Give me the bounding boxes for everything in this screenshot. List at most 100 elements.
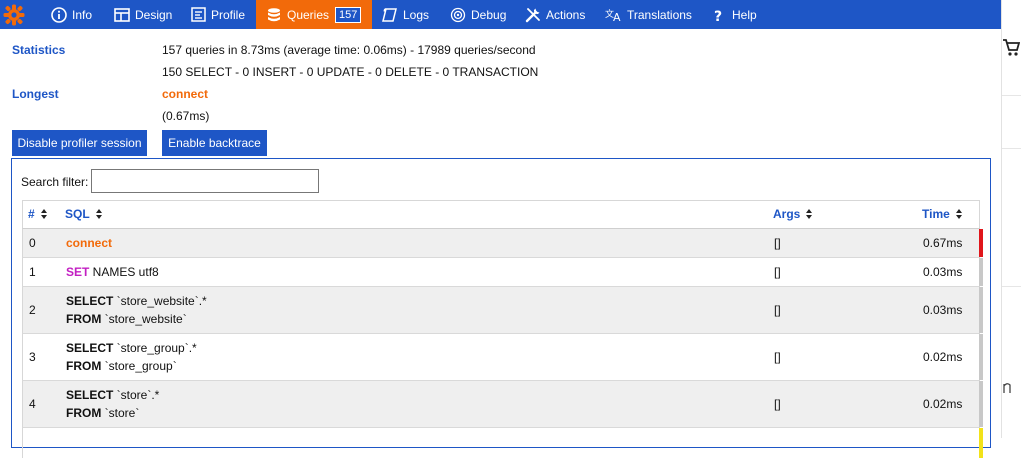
sql-keyword: SELECT: [66, 294, 114, 308]
column-header-sql-label: SQL: [65, 207, 90, 221]
row-sql: SELECT `store`.* FROM `store`: [66, 386, 159, 422]
divider: [1002, 148, 1021, 149]
svg-text:A: A: [613, 11, 621, 23]
target-icon: [449, 6, 467, 24]
statistics-summary: 157 queries in 8.73ms (average time: 0.0…: [162, 43, 536, 57]
queries-panel: Search filter: # SQL Args Time 0 connect…: [11, 158, 991, 458]
sql-text: `store_group`.*: [113, 341, 197, 355]
time-bar: [979, 334, 983, 380]
divider: [1002, 95, 1021, 96]
table-row[interactable]: 2 SELECT `store_website`.* FROM `store_w…: [22, 287, 983, 334]
sql-line: SELECT `store_group`.*: [66, 339, 197, 357]
queries-count-badge: 157: [335, 6, 362, 23]
row-time: 0.02ms: [923, 397, 963, 411]
sql-text: `store`: [101, 406, 140, 420]
table-row[interactable]: 1 SET NAMES utf8 [] 0.03ms: [22, 258, 983, 287]
sql-keyword: SELECT: [66, 388, 114, 402]
sort-icon: [95, 208, 103, 220]
svg-text:?: ?: [714, 9, 722, 23]
toolbar-queries[interactable]: Queries 157: [256, 0, 372, 29]
sql-line: SELECT `store_website`.*: [66, 292, 207, 310]
toolbar-info[interactable]: Info: [50, 0, 92, 29]
toolbar-profile[interactable]: Profile: [189, 0, 245, 29]
logo-icon[interactable]: [0, 0, 27, 29]
toolbar-actions-label: Actions: [546, 7, 586, 22]
table-row[interactable]: 0 connect [] 0.67ms: [22, 229, 983, 258]
column-header-time-label: Time: [922, 207, 950, 221]
debug-toolbar: Info Design Profile Queries 157 Logs Deb…: [0, 0, 1001, 29]
sql-text: `store`.*: [113, 388, 160, 402]
table-row[interactable]: 3 SELECT `store_group`.* FROM `store_gro…: [22, 334, 983, 381]
partial-text-icon: [1002, 380, 1012, 399]
info-icon: [50, 6, 68, 24]
profile-icon: [189, 6, 207, 24]
sort-icon: [40, 208, 48, 220]
row-time: 0.02ms: [923, 350, 963, 364]
search-filter-label: Search filter:: [21, 175, 89, 189]
question-icon: ?: [710, 6, 728, 24]
toolbar-info-label: Info: [72, 7, 93, 22]
row-num: 0: [29, 236, 36, 250]
enable-backtrace-button[interactable]: Enable backtrace: [162, 130, 267, 156]
row-num: 3: [29, 350, 36, 364]
toolbar-debug[interactable]: Debug: [449, 0, 506, 29]
sql-line: FROM `store_website`: [66, 310, 207, 328]
toolbar-debug-label: Debug: [471, 7, 507, 22]
table-row[interactable]: 4 SELECT `store`.* FROM `store` [] 0.02m…: [22, 381, 983, 428]
toolbar-design[interactable]: Design: [113, 0, 172, 29]
disable-profiler-button[interactable]: Disable profiler session: [12, 130, 147, 156]
table-header: [22, 200, 980, 229]
column-header-sql[interactable]: SQL: [65, 200, 103, 228]
toolbar-design-label: Design: [135, 7, 173, 22]
row-time: 0.03ms: [923, 265, 963, 279]
sql-keyword: FROM: [66, 406, 102, 420]
time-bar: [979, 229, 983, 257]
sql-text: `store_website`.*: [113, 294, 207, 308]
column-header-time[interactable]: Time: [922, 200, 963, 228]
time-bar: [979, 287, 983, 333]
row-sql: connect: [66, 234, 112, 252]
underlying-page-strip: [1001, 0, 1021, 438]
column-header-args-label: Args: [773, 207, 801, 221]
toolbar-logs[interactable]: Logs: [381, 0, 429, 29]
toolbar-queries-label: Queries: [287, 7, 330, 22]
row-num: 4: [29, 397, 36, 411]
toolbar-help[interactable]: ? Help: [710, 0, 757, 29]
row-num: 1: [29, 265, 36, 279]
search-filter-input[interactable]: [91, 169, 319, 193]
toolbar-help-label: Help: [732, 7, 757, 22]
sql-keyword: FROM: [66, 312, 102, 326]
statistics-breakdown: 150 SELECT - 0 INSERT - 0 UPDATE - 0 DEL…: [162, 65, 539, 79]
longest-label: Longest: [12, 87, 59, 101]
translate-icon: 文A: [605, 6, 623, 24]
column-header-args[interactable]: Args: [773, 200, 813, 228]
column-header-num[interactable]: #: [28, 200, 48, 228]
sql-text: NAMES utf8: [89, 265, 159, 279]
layout-icon: [113, 6, 131, 24]
time-bar: [979, 258, 983, 286]
sql-line: SELECT `store`.*: [66, 386, 159, 404]
row-sql: SELECT `store_group`.* FROM `store_group…: [66, 339, 197, 375]
sql-keyword: SET: [66, 265, 90, 279]
table-row[interactable]: [22, 428, 983, 458]
sort-icon: [806, 208, 813, 220]
row-sql: SET NAMES utf8: [66, 263, 159, 281]
sort-icon: [955, 208, 963, 220]
row-args: []: [774, 303, 781, 317]
toolbar-actions[interactable]: Actions: [524, 0, 585, 29]
database-icon: [265, 6, 283, 24]
cart-icon[interactable]: [1002, 37, 1021, 63]
row-time: 0.67ms: [923, 236, 963, 250]
toolbar-profile-label: Profile: [211, 7, 246, 22]
longest-query: connect: [162, 87, 209, 101]
column-header-num-label: #: [28, 207, 35, 221]
toolbar-translations[interactable]: 文A Translations: [605, 0, 692, 29]
time-bar: [979, 381, 983, 427]
row-sql: SELECT `store_website`.* FROM `store_web…: [66, 292, 207, 328]
sql-line: FROM `store_group`: [66, 357, 197, 375]
row-args: []: [774, 236, 781, 250]
row-args: []: [774, 350, 781, 364]
sql-keyword: connect: [66, 236, 113, 250]
statistics-label: Statistics: [12, 43, 66, 57]
row-time: 0.03ms: [923, 303, 963, 317]
